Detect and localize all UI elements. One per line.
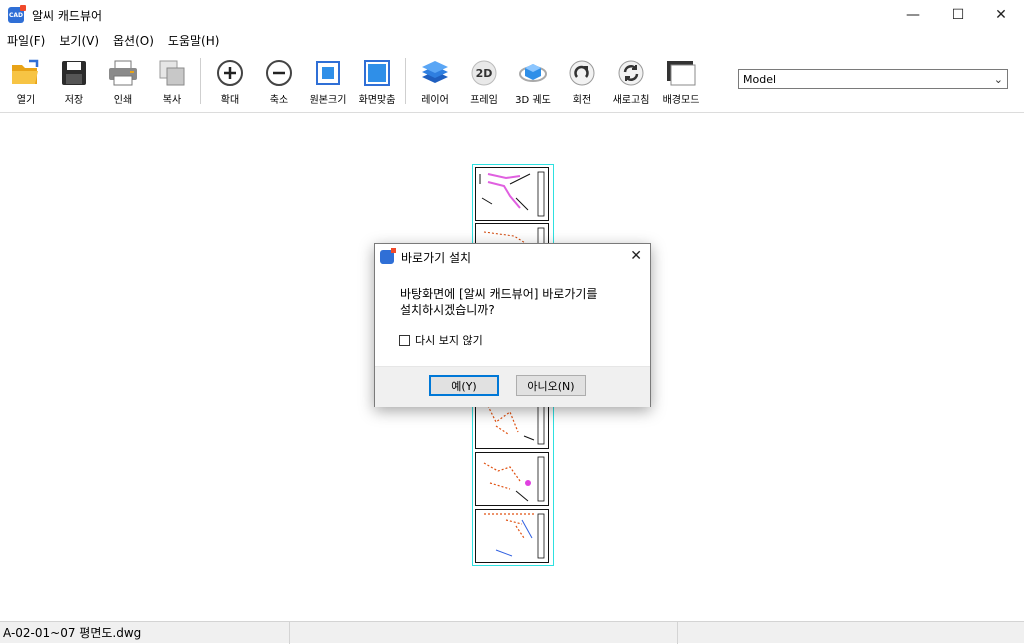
status-bar: A-02-01~07 평면도.dwg [0, 621, 1024, 644]
shortcut-install-dialog: 바로가기 설치 ✕ 바탕화면에 [알씨 캐드뷰어] 바로가기를 설치하시겠습니까… [374, 243, 651, 407]
drawing-sheet-1 [475, 167, 549, 221]
menu-file[interactable]: 파일(F) [0, 32, 52, 49]
app-logo-icon: CAD [8, 5, 26, 23]
layers-button[interactable]: 레이어 [410, 58, 460, 108]
zoom-in-icon [215, 58, 245, 88]
dialog-message-line-1: 바탕화면에 [알씨 캐드뷰어] 바로가기를 [400, 287, 598, 301]
window-title: 알씨 캐드뷰어 [32, 8, 103, 23]
rotate-icon [567, 58, 597, 88]
drawing-sheet-7 [475, 509, 549, 563]
floppy-disk-icon [59, 58, 89, 88]
menu-options[interactable]: 옵션(O) [106, 32, 161, 49]
open-button[interactable]: 열기 [1, 58, 51, 108]
menu-bar: 파일(F) 보기(V) 옵션(O) 도움말(H) [0, 30, 1024, 50]
dont-show-again-label[interactable]: 다시 보지 않기 [415, 332, 483, 348]
background-mode-button[interactable]: 배경모드 [656, 58, 706, 108]
folder-open-icon [11, 58, 41, 88]
orbit-3d-button[interactable]: 3D 궤도 [508, 58, 558, 108]
toolbar-separator [200, 58, 201, 104]
drawing-sheet-6 [475, 452, 549, 506]
fit-screen-icon [362, 58, 392, 88]
zoom-out-icon [264, 58, 294, 88]
dialog-close-button[interactable]: ✕ [630, 248, 642, 264]
close-button[interactable]: ✕ [978, 0, 1024, 30]
status-cell-3 [678, 622, 1024, 644]
chevron-down-icon: ⌄ [993, 73, 1003, 86]
frame-button[interactable]: 2D 프레임 [459, 58, 509, 108]
layout-select-value: Model [743, 72, 777, 86]
toolbar-separator [405, 58, 406, 104]
fit-screen-button[interactable]: 화면맞춤 [352, 58, 402, 108]
printer-icon [108, 58, 138, 88]
frame-2d-icon: 2D [469, 58, 499, 88]
zoom-in-button[interactable]: 확대 [205, 58, 255, 108]
zoom-out-button[interactable]: 축소 [254, 58, 304, 108]
dialog-title: 바로가기 설치 [401, 250, 472, 265]
status-filename: A-02-01~07 평면도.dwg [0, 621, 290, 644]
title-bar: CAD 알씨 캐드뷰어 — ☐ ✕ [0, 0, 1024, 30]
menu-help[interactable]: 도움말(H) [161, 32, 227, 49]
app-logo-icon [380, 248, 396, 264]
layers-icon [420, 58, 450, 88]
save-button[interactable]: 저장 [49, 58, 99, 108]
svg-text:2D: 2D [476, 67, 493, 80]
dialog-title-bar: 바로가기 설치 ✕ [375, 244, 650, 270]
status-cell-2 [290, 621, 678, 644]
dialog-message-line-2: 설치하시겠습니까? [400, 303, 495, 317]
no-button[interactable]: 아니오(N) [516, 375, 586, 396]
maximize-button[interactable]: ☐ [935, 0, 981, 30]
print-button[interactable]: 인쇄 [98, 58, 148, 108]
copy-button[interactable]: 복사 [147, 58, 197, 108]
dont-show-again-checkbox[interactable] [399, 334, 410, 346]
refresh-button[interactable]: 새로고침 [606, 58, 656, 108]
rotate-button[interactable]: 회전 [557, 58, 607, 108]
dont-show-again-option[interactable]: 다시 보지 않기 [399, 332, 483, 348]
background-mode-icon [666, 58, 696, 88]
menu-view[interactable]: 보기(V) [52, 32, 106, 49]
dialog-message: 바탕화면에 [알씨 캐드뷰어] 바로가기를 설치하시겠습니까? [400, 286, 635, 318]
minimize-button[interactable]: — [890, 0, 936, 30]
dialog-footer: 예(Y) 아니오(N) [375, 366, 650, 407]
refresh-icon [616, 58, 646, 88]
original-size-icon [313, 58, 343, 88]
orbit-3d-icon [518, 58, 548, 88]
original-size-button[interactable]: 원본크기 [303, 58, 353, 108]
layout-select[interactable]: Model ⌄ [738, 69, 1008, 89]
yes-button[interactable]: 예(Y) [429, 375, 499, 396]
copy-icon [157, 58, 187, 88]
